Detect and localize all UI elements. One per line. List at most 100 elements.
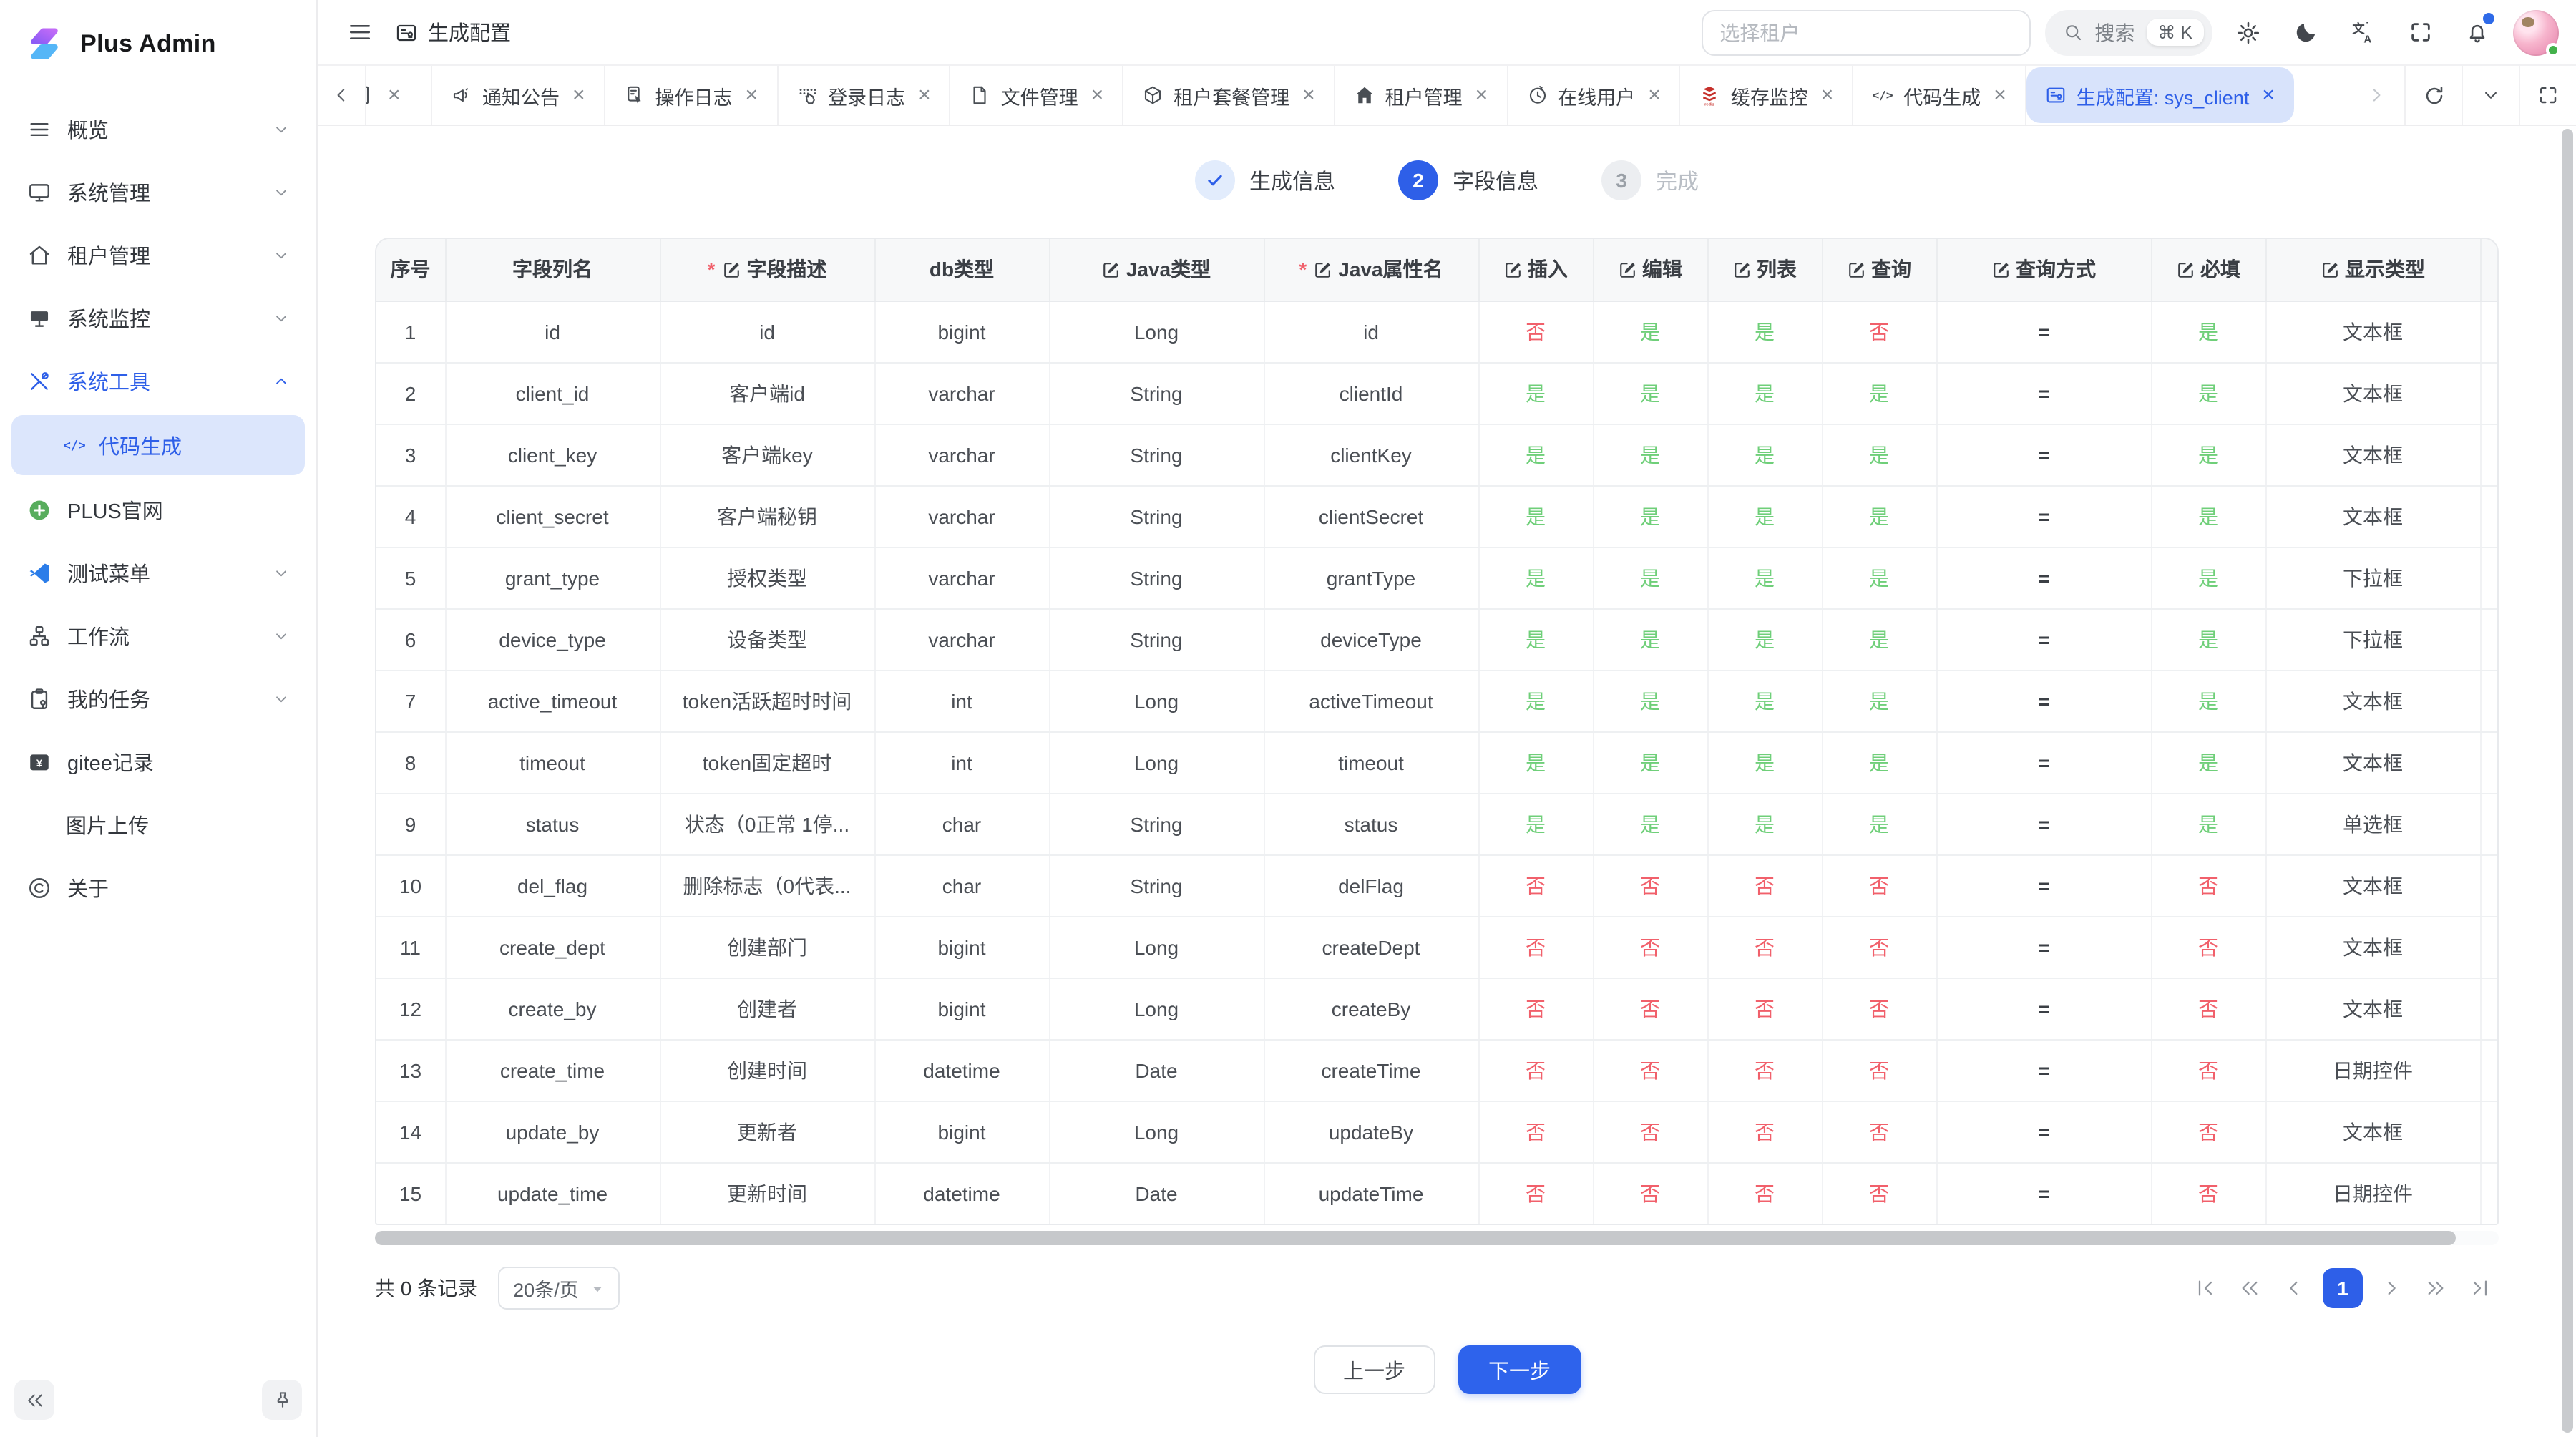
next-page-button[interactable] — [2376, 1268, 2407, 1308]
cell-查询方式[interactable]: = — [1936, 1162, 2151, 1224]
cell-显示类型[interactable]: 文本框 — [2265, 424, 2480, 485]
cell-字段描述[interactable]: 更新时间 — [660, 1162, 874, 1224]
tab-code-generation[interactable]: </>代码生成× — [1853, 66, 2026, 125]
collapse-sidebar-button[interactable] — [14, 1380, 54, 1420]
settings-gear-button[interactable] — [2227, 11, 2270, 54]
tab-online-users[interactable]: 在线用户× — [1508, 66, 1681, 125]
cell-查询方式[interactable]: = — [1936, 854, 2151, 916]
tab-cache-monitor[interactable]: redis缓存监控× — [1681, 66, 1854, 125]
cell-查询[interactable]: 否 — [1822, 1101, 1936, 1162]
cell-列表[interactable]: 是 — [1707, 547, 1822, 608]
cell-编辑[interactable]: 是 — [1593, 547, 1707, 608]
jump-back-button[interactable] — [2234, 1268, 2265, 1308]
first-page-button[interactable] — [2190, 1268, 2221, 1308]
cell-查询方式[interactable]: = — [1936, 1039, 2151, 1101]
cell-Java属性名[interactable]: timeout — [1264, 731, 1478, 793]
cell-字段描述[interactable]: 客户端id — [660, 362, 874, 424]
cell-编辑[interactable]: 否 — [1593, 1162, 1707, 1224]
cell-插入[interactable]: 否 — [1478, 854, 1593, 916]
tab-login-log[interactable]: 登录日志× — [778, 66, 951, 125]
cell-必填[interactable]: 否 — [2151, 854, 2265, 916]
close-icon[interactable]: × — [1302, 84, 1315, 106]
cell-查询[interactable]: 否 — [1822, 1039, 1936, 1101]
cell-Java类型[interactable]: String — [1049, 485, 1264, 547]
cell-编辑[interactable]: 是 — [1593, 731, 1707, 793]
sidebar-item-system-tools[interactable]: 系统工具 — [11, 349, 305, 412]
cell-查询方式[interactable]: = — [1936, 978, 2151, 1039]
hamburger-menu-icon[interactable] — [338, 11, 381, 54]
cell-显示类型[interactable]: 文本框 — [2265, 362, 2480, 424]
cell-显示类型[interactable]: 文本框 — [2265, 1101, 2480, 1162]
tab-tenant-management[interactable]: 租户管理× — [1335, 66, 1508, 125]
next-step-button[interactable]: 下一步 — [1458, 1345, 1581, 1394]
cell-Java属性名[interactable]: clientSecret — [1264, 485, 1478, 547]
cell-列表[interactable]: 是 — [1707, 362, 1822, 424]
cell-插入[interactable]: 是 — [1478, 608, 1593, 670]
close-icon[interactable]: × — [2262, 84, 2275, 106]
cell-显示类型[interactable]: 文本框 — [2265, 854, 2480, 916]
cell-字段描述[interactable]: token活跃超时时间 — [660, 670, 874, 731]
tab-operation-log[interactable]: 操作日志× — [605, 66, 779, 125]
cell-编辑[interactable]: 是 — [1593, 793, 1707, 854]
cell-Java类型[interactable]: Date — [1049, 1039, 1264, 1101]
cell-Java类型[interactable]: String — [1049, 547, 1264, 608]
cell-查询[interactable]: 是 — [1822, 731, 1936, 793]
cell-字段描述[interactable]: 客户端秘钥 — [660, 485, 874, 547]
cell-Java类型[interactable]: String — [1049, 362, 1264, 424]
cell-Java类型[interactable]: Date — [1049, 1162, 1264, 1224]
cell-插入[interactable]: 是 — [1478, 547, 1593, 608]
cell-查询[interactable]: 否 — [1822, 1162, 1936, 1224]
cell-插入[interactable]: 否 — [1478, 1162, 1593, 1224]
sidebar-item-image-upload[interactable]: 图片上传 — [11, 793, 305, 856]
cell-查询方式[interactable]: = — [1936, 793, 2151, 854]
cell-字段描述[interactable]: 创建部门 — [660, 916, 874, 978]
pin-sidebar-button[interactable] — [262, 1380, 302, 1420]
cell-Java属性名[interactable]: delFlag — [1264, 854, 1478, 916]
previous-page-button[interactable] — [2278, 1268, 2310, 1308]
cell-显示类型[interactable]: 文本框 — [2265, 485, 2480, 547]
notifications-bell-button[interactable] — [2456, 11, 2499, 54]
close-icon[interactable]: × — [1091, 84, 1104, 106]
cell-列表[interactable]: 否 — [1707, 916, 1822, 978]
tab-clipped[interactable]: × — [366, 66, 432, 125]
cell-显示类型[interactable]: 日期控件 — [2265, 1162, 2480, 1224]
user-avatar[interactable] — [2513, 9, 2559, 55]
cell-列表[interactable]: 是 — [1707, 424, 1822, 485]
tabs-scroll-left-button[interactable] — [318, 66, 366, 125]
cell-Java类型[interactable]: Long — [1049, 916, 1264, 978]
cell-必填[interactable]: 否 — [2151, 1039, 2265, 1101]
cell-插入[interactable]: 是 — [1478, 362, 1593, 424]
fullscreen-button[interactable] — [2399, 11, 2441, 54]
cell-插入[interactable]: 否 — [1478, 978, 1593, 1039]
cell-字段描述[interactable]: 授权类型 — [660, 547, 874, 608]
tab-generate-config[interactable]: 生成配置: sys_client× — [2026, 67, 2295, 123]
cell-必填[interactable]: 是 — [2151, 608, 2265, 670]
cell-Java类型[interactable]: String — [1049, 793, 1264, 854]
cell-字段描述[interactable]: 创建者 — [660, 978, 874, 1039]
cell-查询方式[interactable]: = — [1936, 547, 2151, 608]
cell-必填[interactable]: 是 — [2151, 731, 2265, 793]
cell-Java类型[interactable]: Long — [1049, 1101, 1264, 1162]
cell-编辑[interactable]: 否 — [1593, 1101, 1707, 1162]
horizontal-scrollbar-thumb[interactable] — [375, 1231, 2457, 1245]
cell-Java属性名[interactable]: clientKey — [1264, 424, 1478, 485]
sidebar-item-about[interactable]: 关于 — [11, 856, 305, 919]
cell-查询[interactable]: 是 — [1822, 793, 1936, 854]
cell-列表[interactable]: 是 — [1707, 608, 1822, 670]
cell-字段描述[interactable]: 客户端key — [660, 424, 874, 485]
cell-必填[interactable]: 是 — [2151, 547, 2265, 608]
tab-notice[interactable]: 通知公告× — [432, 66, 605, 125]
current-page[interactable]: 1 — [2323, 1268, 2363, 1308]
cell-列表[interactable]: 否 — [1707, 978, 1822, 1039]
cell-Java属性名[interactable]: createDept — [1264, 916, 1478, 978]
cell-显示类型[interactable]: 文本框 — [2265, 978, 2480, 1039]
cell-列表[interactable]: 是 — [1707, 731, 1822, 793]
sidebar-item-system-management[interactable]: 系统管理 — [11, 160, 305, 223]
cell-必填[interactable]: 是 — [2151, 301, 2265, 362]
cell-必填[interactable]: 是 — [2151, 670, 2265, 731]
cell-查询[interactable]: 是 — [1822, 670, 1936, 731]
cell-列表[interactable]: 是 — [1707, 301, 1822, 362]
cell-列表[interactable]: 是 — [1707, 670, 1822, 731]
close-icon[interactable]: × — [388, 84, 401, 106]
cell-插入[interactable]: 是 — [1478, 670, 1593, 731]
